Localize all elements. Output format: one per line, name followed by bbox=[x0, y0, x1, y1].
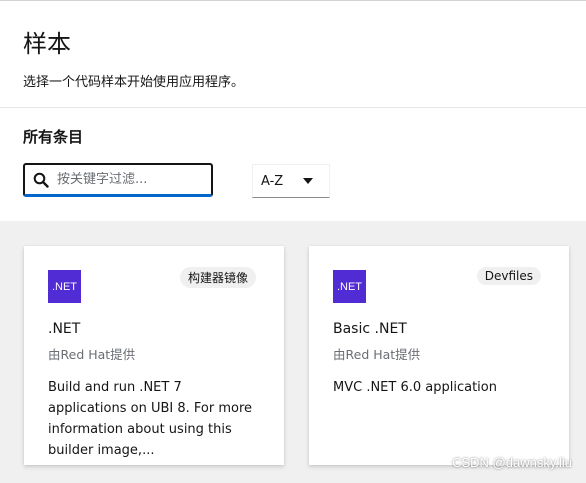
search-input[interactable] bbox=[57, 172, 207, 187]
sort-dropdown[interactable]: A-Z bbox=[252, 164, 330, 198]
sort-value: A-Z bbox=[261, 173, 284, 189]
card-description: Build and run .NET 7 applications on UBI… bbox=[48, 380, 252, 458]
section-title: 所有条目 bbox=[23, 128, 84, 146]
dotnet-logo-icon: .NET bbox=[48, 270, 81, 303]
sample-card-dotnet[interactable]: .NET 构建器镜像 .NET 由Red Hat提供 Build and run… bbox=[24, 246, 284, 465]
card-type-badge: 构建器镜像 bbox=[179, 267, 256, 288]
card-description: MVC .NET 6.0 application bbox=[333, 380, 497, 395]
top-border bbox=[0, 0, 586, 1]
dotnet-logo-icon: .NET bbox=[333, 270, 366, 303]
card-title: Basic .NET bbox=[333, 321, 407, 337]
page-title: 样本 bbox=[23, 30, 71, 58]
page-description: 选择一个代码样本开始使用应用程序。 bbox=[23, 75, 245, 90]
header-divider bbox=[0, 107, 586, 108]
watermark: CSDN @dawnsky.liu bbox=[452, 455, 572, 470]
search-box[interactable] bbox=[23, 163, 213, 197]
card-type-badge: Devfiles bbox=[476, 267, 541, 285]
card-provider: 由Red Hat提供 bbox=[333, 347, 421, 362]
sample-card-basic-dotnet[interactable]: .NET Devfiles Basic .NET 由Red Hat提供 MVC … bbox=[309, 246, 569, 465]
search-icon bbox=[33, 172, 49, 188]
card-provider: 由Red Hat提供 bbox=[48, 347, 136, 362]
caret-down-icon bbox=[303, 178, 314, 184]
card-title: .NET bbox=[48, 321, 81, 337]
